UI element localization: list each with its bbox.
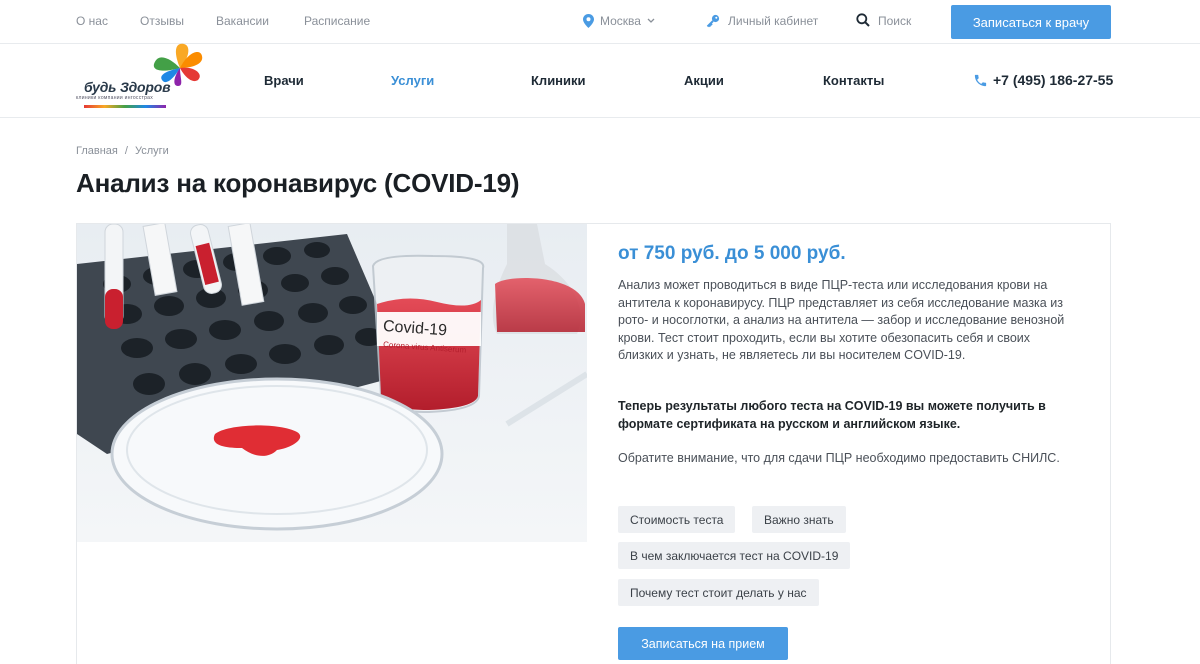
book-doctor-button[interactable]: Записаться к врачу (951, 5, 1111, 39)
logo-tagline: клиники компании ингосстрах (76, 95, 154, 101)
breadcrumb-separator: / (124, 145, 128, 157)
main-header: будь Здоров клиники компании ингосстрах … (0, 43, 1200, 118)
cabinet-label: Личный кабинет (728, 14, 819, 28)
topbar-link-about[interactable]: О нас (76, 14, 108, 28)
logo-wordmark: будь Здоров (84, 79, 171, 95)
topbar-link-schedule[interactable]: Расписание (304, 14, 370, 28)
book-appointment-button[interactable]: Записаться на прием (618, 627, 788, 660)
search-icon (856, 13, 870, 27)
tab-test-essence[interactable]: В чем заключается тест на COVID-19 (618, 542, 851, 569)
breadcrumb-home[interactable]: Главная (76, 145, 118, 157)
phone-link[interactable]: +7 (495) 186-27-55 (973, 72, 1113, 88)
certificate-note: Теперь результаты любого теста на COVID-… (618, 399, 1046, 431)
nav-item-contacts[interactable]: Контакты (823, 73, 884, 88)
logo-color-strip (84, 105, 166, 108)
site-logo[interactable]: будь Здоров клиники компании ингосстрах (74, 43, 208, 108)
breadcrumb: Главная / Услуги (76, 145, 169, 157)
snils-note: Обратите внимание, что для сдачи ПЦР нео… (618, 451, 1060, 465)
page-title: Анализ на коронавирус (COVID-19) (76, 168, 520, 198)
nav-item-doctors[interactable]: Врачи (264, 73, 304, 88)
tab-why-us[interactable]: Почему тест стоит делать у нас (618, 579, 819, 606)
topbar-link-reviews[interactable]: Отзывы (140, 14, 184, 28)
nav-item-clinics[interactable]: Клиники (531, 73, 586, 88)
search-trigger[interactable]: Поиск (856, 12, 911, 28)
city-selector[interactable]: Москва (583, 14, 655, 28)
city-label: Москва (600, 14, 641, 28)
topbar-link-vacancies[interactable]: Вакансии (216, 14, 269, 28)
breadcrumb-services[interactable]: Услуги (135, 145, 169, 157)
key-icon (706, 14, 720, 28)
phone-number: +7 (495) 186-27-55 (993, 72, 1114, 88)
lab-illustration: Covid-19 Corona virus Antiserum (77, 224, 587, 542)
tab-important-info[interactable]: Важно знать (752, 506, 846, 533)
personal-cabinet-link[interactable]: Личный кабинет (706, 14, 818, 28)
nav-item-promotions[interactable]: Акции (684, 73, 724, 88)
service-card: Covid-19 Corona virus Antiserum от 750 р… (76, 223, 1111, 664)
nav-item-services[interactable]: Услуги (391, 73, 434, 88)
location-pin-icon (583, 14, 594, 28)
covid-test-photo: Covid-19 Corona virus Antiserum (77, 224, 587, 542)
service-description: Анализ может проводиться в виде ПЦР-тест… (618, 278, 1065, 362)
tab-test-cost[interactable]: Стоимость теста (618, 506, 736, 533)
chevron-down-icon (647, 18, 655, 23)
search-label: Поиск (878, 14, 912, 28)
price-range: от 750 руб. до 5 000 руб. (618, 243, 846, 264)
phone-icon (974, 74, 987, 86)
